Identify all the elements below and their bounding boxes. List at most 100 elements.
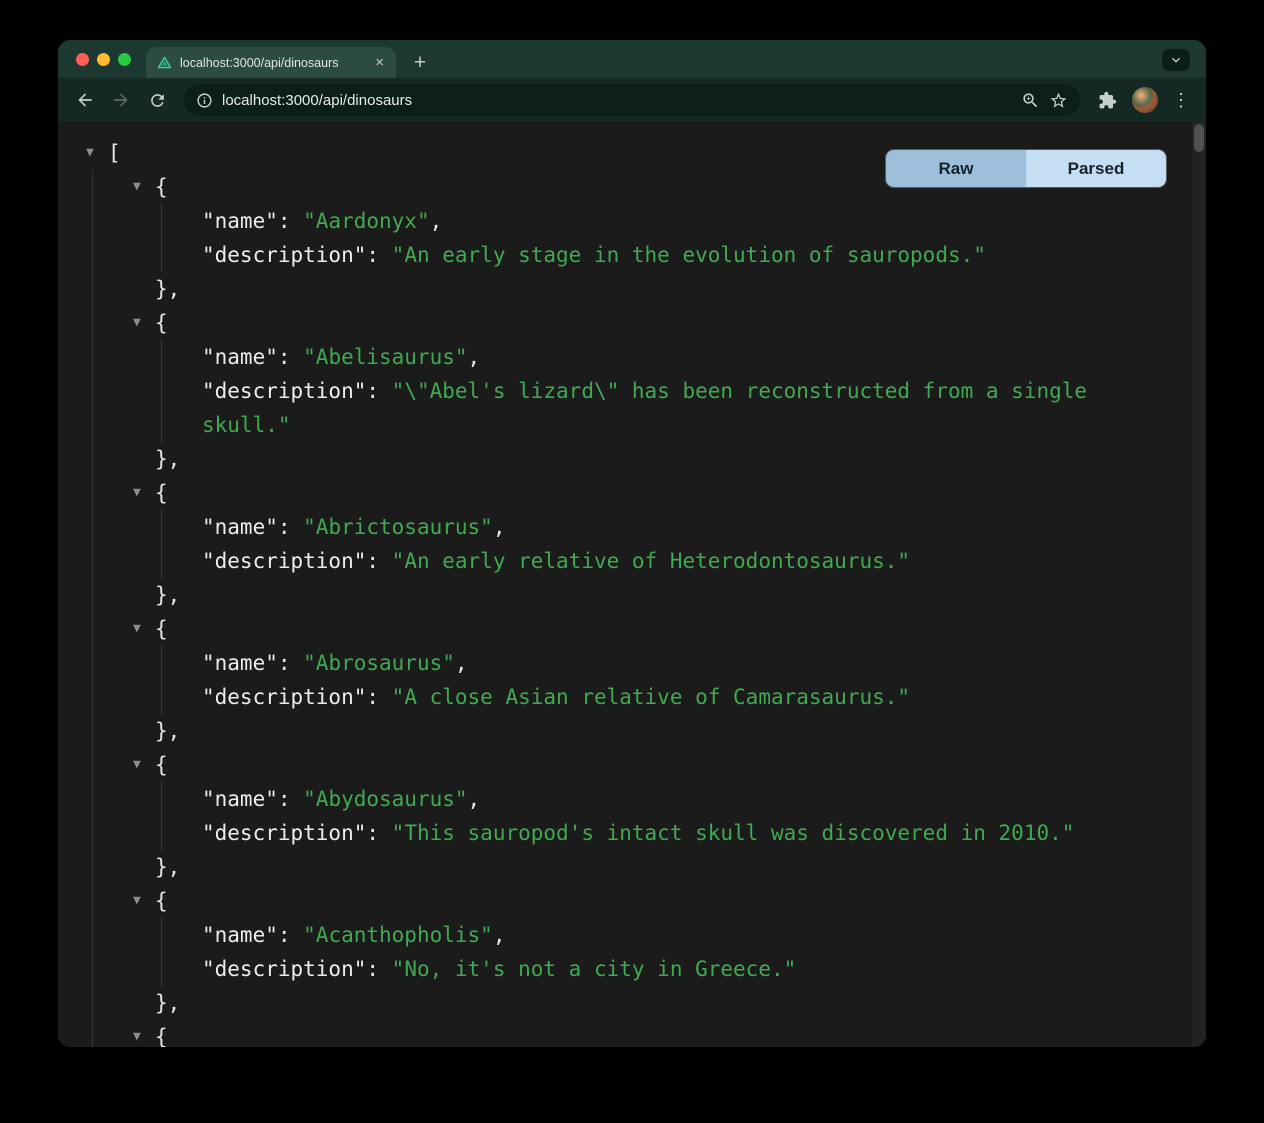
json-object-close: }, <box>133 850 1148 884</box>
json-colon: : <box>366 685 391 709</box>
close-window-button[interactable] <box>76 53 89 66</box>
site-info-icon[interactable] <box>196 92 213 109</box>
json-key: "description" <box>202 957 366 981</box>
open-brace: { <box>155 306 168 340</box>
json-property-description: "description": "This sauropod's intact s… <box>202 816 1148 850</box>
json-key: "name" <box>202 515 278 539</box>
json-object-close: }, <box>133 578 1148 612</box>
tab-title: localhost:3000/api/dinosaurs <box>180 56 363 70</box>
json-colon: : <box>278 651 303 675</box>
collapse-toggle-icon[interactable]: ▼ <box>133 884 155 918</box>
json-object-open: ▼{ <box>133 884 1148 918</box>
open-brace: { <box>155 884 168 918</box>
json-string-value: "Abrictosaurus" <box>303 515 493 539</box>
json-colon: : <box>278 923 303 947</box>
collapse-toggle-icon[interactable]: ▼ <box>133 476 155 510</box>
json-entry: ▼{"name": "Aardonyx","description": "An … <box>133 170 1148 306</box>
chevron-down-icon <box>1168 52 1184 68</box>
raw-button[interactable]: Raw <box>886 150 1026 187</box>
json-comma: , <box>493 515 506 539</box>
browser-menu-button[interactable]: ⋮ <box>1166 90 1196 111</box>
json-key: "description" <box>202 549 366 573</box>
tab-strip: localhost:3000/api/dinosaurs × + <box>58 40 1206 78</box>
zoom-icon[interactable] <box>1021 91 1040 110</box>
json-entry-properties: "name": "Aardonyx","description": "An ea… <box>161 204 1148 272</box>
json-property-name: "name": "Abelisaurus", <box>202 340 1148 374</box>
json-entry-properties: "name": "Abelisaurus","description": "\"… <box>161 340 1148 442</box>
collapse-toggle-icon[interactable]: ▼ <box>133 1020 155 1047</box>
json-property-name: "name": "Abrictosaurus", <box>202 510 1148 544</box>
browser-tab[interactable]: localhost:3000/api/dinosaurs × <box>146 47 396 78</box>
json-key: "name" <box>202 787 278 811</box>
site-favicon-icon <box>156 55 172 71</box>
json-entry: ▼{"name": "Abrosaurus","description": "A… <box>133 612 1148 748</box>
json-colon: : <box>366 549 391 573</box>
json-object-open: ▼{ <box>133 476 1148 510</box>
tab-search-button[interactable] <box>1162 49 1190 71</box>
json-entry-properties: "name": "Abrosaurus","description": "A c… <box>161 646 1148 714</box>
json-string-value: "Acanthopholis" <box>303 923 493 947</box>
json-comma: , <box>468 345 481 369</box>
back-button[interactable] <box>68 83 102 117</box>
json-entry: ▼{"name": "Abydosaurus","description": "… <box>133 748 1148 884</box>
json-key: "description" <box>202 379 366 403</box>
json-entry: ▼{"name": "Abelisaurus","description": "… <box>133 306 1148 476</box>
close-brace: }, <box>155 272 180 306</box>
json-property-description: "description": "\"Abel's lizard\" has be… <box>202 374 1148 442</box>
tab-close-icon[interactable]: × <box>371 53 388 72</box>
json-colon: : <box>278 515 303 539</box>
json-object-open: ▼{ <box>133 748 1148 782</box>
json-viewer: ▼ [ ▼{"name": "Aardonyx","description": … <box>58 122 1206 1047</box>
json-property-description: "description": "A close Asian relative o… <box>202 680 1148 714</box>
json-object-open: ▼{ <box>133 612 1148 646</box>
json-string-value: "This sauropod's intact skull was discov… <box>392 821 1075 845</box>
json-property-description: "description": "An early stage in the ev… <box>202 238 1148 272</box>
new-tab-button[interactable]: + <box>406 48 434 76</box>
json-key: "name" <box>202 923 278 947</box>
json-entry: ▼{"name": "Abrictosaurus","description":… <box>133 476 1148 612</box>
close-brace: }, <box>155 986 180 1020</box>
json-property-name: "name": "Abrosaurus", <box>202 646 1148 680</box>
back-arrow-icon <box>75 90 95 110</box>
forward-button[interactable] <box>104 83 138 117</box>
open-brace: { <box>155 612 168 646</box>
extensions-puzzle-icon <box>1098 91 1117 110</box>
minimize-window-button[interactable] <box>97 53 110 66</box>
json-property-description: "description": "No, it's not a city in G… <box>202 952 1148 986</box>
address-bar[interactable]: localhost:3000/api/dinosaurs <box>184 84 1080 116</box>
forward-arrow-icon <box>111 90 131 110</box>
json-string-value: "Aardonyx" <box>303 209 429 233</box>
json-key: "description" <box>202 821 366 845</box>
json-comma: , <box>468 787 481 811</box>
fullscreen-window-button[interactable] <box>118 53 131 66</box>
json-object-open: ▼{ <box>133 1020 1148 1047</box>
json-colon: : <box>278 209 303 233</box>
scrollbar-thumb[interactable] <box>1194 124 1204 152</box>
json-key: "name" <box>202 209 278 233</box>
screen: localhost:3000/api/dinosaurs × + localho… <box>0 0 1264 1123</box>
collapse-toggle-icon[interactable]: ▼ <box>133 170 155 204</box>
json-object-close: }, <box>133 986 1148 1020</box>
reload-button[interactable] <box>140 83 174 117</box>
json-comma: , <box>455 651 468 675</box>
parsed-button[interactable]: Parsed <box>1026 150 1166 187</box>
json-object-close: }, <box>133 714 1148 748</box>
vertical-scrollbar[interactable] <box>1192 122 1206 1047</box>
collapse-toggle-icon[interactable]: ▼ <box>133 612 155 646</box>
close-brace: }, <box>155 850 180 884</box>
bookmark-star-icon[interactable] <box>1049 91 1068 110</box>
collapse-toggle-icon[interactable]: ▼ <box>86 136 108 170</box>
json-object-open: ▼{ <box>133 306 1148 340</box>
json-key: "name" <box>202 651 278 675</box>
json-string-value: "Abelisaurus" <box>303 345 467 369</box>
navigation-toolbar: localhost:3000/api/dinosaurs ⋮ <box>58 78 1206 122</box>
json-property-name: "name": "Aardonyx", <box>202 204 1148 238</box>
json-string-value: "Abydosaurus" <box>303 787 467 811</box>
collapse-toggle-icon[interactable]: ▼ <box>133 306 155 340</box>
profile-avatar[interactable] <box>1132 87 1158 113</box>
url-text[interactable]: localhost:3000/api/dinosaurs <box>222 92 1012 109</box>
extensions-button[interactable] <box>1090 83 1124 117</box>
collapse-toggle-icon[interactable]: ▼ <box>133 748 155 782</box>
json-entry-properties: "name": "Abrictosaurus", "description": "… <box>161 510 1148 578</box>
json-comma: , <box>430 209 443 233</box>
